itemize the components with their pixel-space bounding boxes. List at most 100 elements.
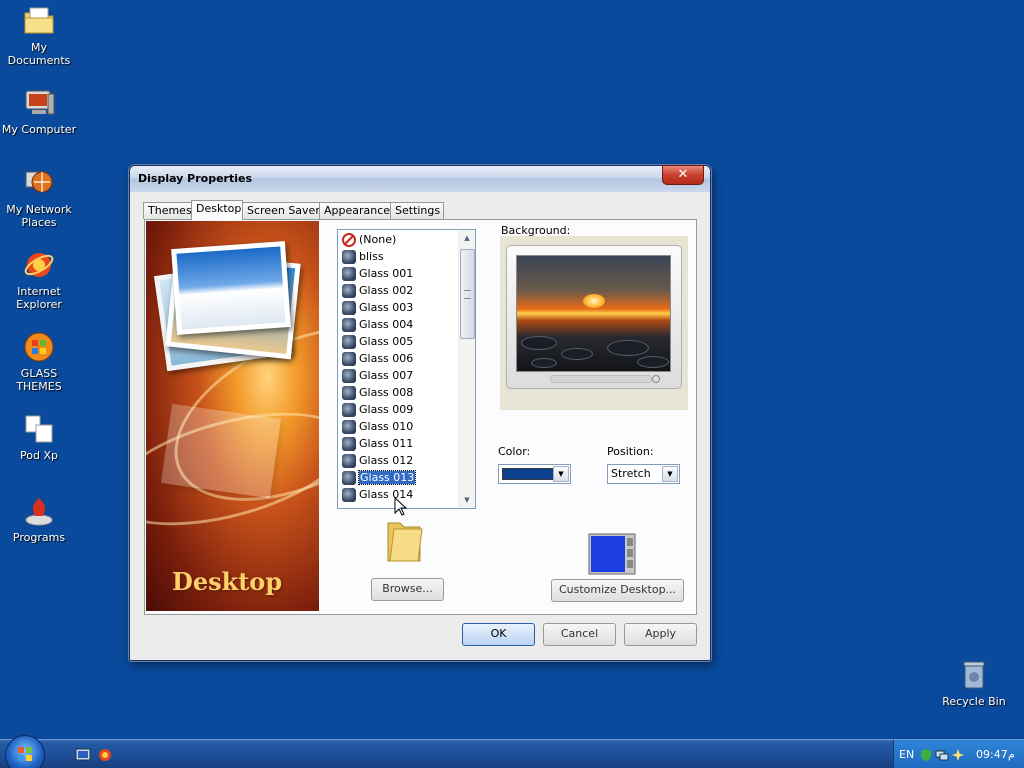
list-item[interactable]: Glass 004 [340, 316, 458, 333]
desktop-icon-label: GLASS THEMES [16, 367, 62, 393]
desktop-icon-my-computer[interactable]: My Computer [0, 86, 78, 136]
desktop-icon-label: Programs [12, 531, 66, 544]
list-item[interactable]: Glass 013 [340, 469, 458, 486]
image-icon [342, 454, 356, 468]
list-item-label: Glass 012 [359, 454, 414, 467]
browse-button[interactable]: Browse... [371, 578, 444, 601]
tab-settings[interactable]: Settings [390, 202, 444, 219]
list-item[interactable]: Glass 009 [340, 401, 458, 418]
title-bar[interactable]: Display Properties ✕ [130, 165, 710, 192]
desktop-icon-internet-explorer[interactable]: Internet Explorer [0, 248, 78, 311]
list-item-label: Glass 006 [359, 352, 414, 365]
list-item[interactable]: Glass 005 [340, 333, 458, 350]
tab-screen-saver[interactable]: Screen Saver [242, 202, 320, 219]
security-shield-icon[interactable] [919, 748, 933, 762]
listbox-scrollbar[interactable]: ▲ ▼ [458, 230, 475, 508]
color-picker-button[interactable]: ▼ [498, 464, 571, 484]
list-item-label: Glass 010 [359, 420, 414, 433]
list-item[interactable]: Glass 011 [340, 435, 458, 452]
image-icon [342, 403, 356, 417]
desktop-icon-label: Recycle Bin [942, 695, 1006, 708]
list-item[interactable]: Glass 006 [340, 350, 458, 367]
image-icon [342, 488, 356, 502]
apply-button[interactable]: Apply [624, 623, 697, 646]
wallpaper-preview [516, 255, 671, 372]
image-icon [342, 437, 356, 451]
position-value: Stretch [611, 467, 651, 480]
list-item[interactable]: Glass 003 [340, 299, 458, 316]
show-desktop-icon[interactable] [75, 747, 91, 763]
mouse-cursor-icon [394, 497, 408, 516]
system-tray: EN 09:47 م [893, 740, 1024, 768]
desktop-icon-network-places[interactable]: My Network Places [0, 166, 78, 229]
desktop-icon-label: My Network Places [6, 203, 72, 229]
list-item-label: (None) [359, 233, 397, 246]
scroll-down-button[interactable]: ▼ [459, 492, 475, 508]
list-item-label: Glass 011 [359, 437, 414, 450]
close-button[interactable]: ✕ [662, 165, 704, 185]
list-item[interactable]: Glass 001 [340, 265, 458, 282]
desktop-icon-recycle-bin[interactable]: Recycle Bin [935, 658, 1013, 708]
image-icon [342, 352, 356, 366]
my-documents-folder-icon [24, 7, 54, 34]
scroll-thumb[interactable] [460, 249, 475, 339]
scroll-up-button[interactable]: ▲ [459, 230, 475, 246]
cancel-button[interactable]: Cancel [543, 623, 616, 646]
monitor-power-icon [652, 375, 660, 383]
desktop-icon-programs[interactable]: Programs [0, 494, 78, 544]
list-item[interactable]: bliss [340, 248, 458, 265]
desktop-icon-pod-xp[interactable]: Pod Xp [0, 412, 78, 462]
list-item[interactable]: Glass 007 [340, 367, 458, 384]
list-item-label: Glass 005 [359, 335, 414, 348]
desktop-icon-label: My Computer [1, 123, 77, 136]
language-indicator[interactable]: EN [899, 748, 914, 761]
list-item[interactable]: Glass 010 [340, 418, 458, 435]
internet-explorer-icon[interactable] [97, 747, 113, 763]
list-item-label: Glass 002 [359, 284, 414, 297]
tab-desktop[interactable]: Desktop [191, 200, 243, 220]
none-icon [342, 233, 356, 247]
list-item-label: Glass 007 [359, 369, 414, 382]
windows-logo-icon [18, 747, 32, 761]
desktop-banner-image: Desktop [146, 221, 319, 611]
network-places-icon [25, 171, 53, 193]
desktop-icon-glass-themes[interactable]: GLASS THEMES [0, 330, 78, 393]
start-button[interactable] [5, 735, 45, 768]
clock-time[interactable]: 09:47 [976, 748, 1008, 761]
monitor-preview [506, 245, 682, 389]
customize-desktop-button[interactable]: Customize Desktop... [551, 579, 684, 602]
list-item-label: Glass 008 [359, 386, 414, 399]
image-icon [342, 267, 356, 281]
image-icon [342, 420, 356, 434]
list-item[interactable]: Glass 002 [340, 282, 458, 299]
list-item[interactable]: Glass 008 [340, 384, 458, 401]
tab-appearance[interactable]: Appearance [319, 202, 391, 219]
list-item-label: bliss [359, 250, 384, 263]
position-select[interactable]: Stretch ▼ [607, 464, 680, 484]
windows-logo-icon [24, 332, 54, 362]
chevron-down-icon[interactable]: ▼ [553, 466, 569, 482]
tab-themes[interactable]: Themes [143, 202, 193, 219]
background-list-items: (None) bliss Glass 001 Glass 002 Glass 003 Gl… [340, 231, 458, 503]
color-label: Color: [498, 445, 531, 458]
position-label: Position: [607, 445, 654, 458]
image-icon [342, 284, 356, 298]
folder-icon [387, 522, 423, 562]
ok-button[interactable]: OK [462, 623, 535, 646]
list-item-label: Glass 004 [359, 318, 414, 331]
image-icon [342, 301, 356, 315]
list-item[interactable]: Glass 012 [340, 452, 458, 469]
preview-area [500, 236, 688, 410]
banner-title: Desktop [172, 567, 283, 596]
network-icon[interactable] [935, 748, 949, 762]
document-icon [25, 415, 53, 443]
desktop-icon-my-documents[interactable]: My Documents [0, 4, 78, 67]
desktop-icon-label: Internet Explorer [16, 285, 62, 311]
image-icon [342, 369, 356, 383]
programs-icon [25, 498, 53, 526]
chevron-down-icon[interactable]: ▼ [662, 466, 678, 482]
display-properties-dialog: Display Properties ✕ Themes Desktop Scre… [129, 165, 711, 661]
sparkle-icon[interactable] [951, 748, 965, 762]
background-listbox[interactable]: (None) bliss Glass 001 Glass 002 Glass 003 Gl… [337, 229, 476, 509]
list-item[interactable]: (None) [340, 231, 458, 248]
